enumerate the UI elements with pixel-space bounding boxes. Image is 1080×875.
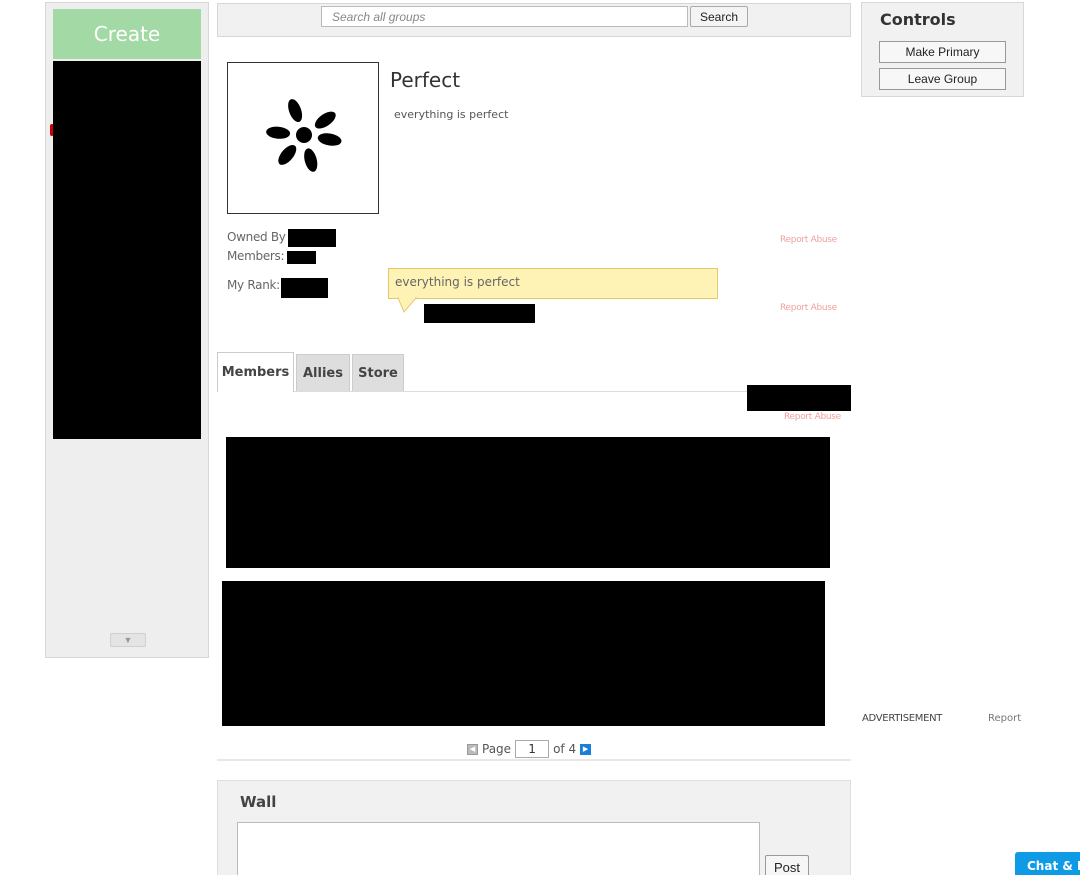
group-description: everything is perfect — [394, 108, 509, 121]
my-rank-label: My Rank: — [227, 278, 280, 292]
page-label: Page — [482, 742, 512, 756]
search-button[interactable]: Search — [690, 6, 748, 27]
wall-post-button[interactable]: Post — [765, 855, 809, 875]
tab-members[interactable]: Members — [217, 352, 294, 392]
owned-by-label: Owned By — [227, 230, 286, 244]
page-total-label: of 4 — [553, 742, 577, 756]
group-name: Perfect — [390, 68, 461, 92]
make-primary-button[interactable]: Make Primary — [879, 41, 1006, 63]
report-abuse-link[interactable]: Report Abuse — [780, 235, 837, 245]
tab-allies[interactable]: Allies — [296, 354, 350, 391]
search-input[interactable] — [321, 6, 688, 27]
leave-group-button[interactable]: Leave Group — [879, 68, 1006, 90]
page-number-input[interactable] — [515, 740, 550, 758]
redacted-members-row — [226, 437, 830, 568]
group-shout: everything is perfect — [388, 268, 718, 299]
group-emblem — [227, 62, 379, 214]
redacted-members-row — [222, 581, 825, 726]
report-abuse-link[interactable]: Report Abuse — [780, 303, 837, 313]
redacted-owner-name[interactable] — [288, 229, 336, 247]
divider — [217, 759, 851, 761]
report-ad-link[interactable]: Report — [988, 713, 1021, 724]
redacted-group-list — [53, 61, 201, 439]
asterisk-flower-icon — [266, 99, 342, 172]
wall-title: Wall — [240, 793, 277, 811]
advertisement-label: ADVERTISEMENT — [862, 713, 943, 724]
redacted-members-count — [287, 251, 316, 264]
members-count-label: Members: — [227, 249, 285, 263]
shout-tail — [397, 297, 418, 313]
redacted-rank-value — [281, 278, 328, 298]
sidebar-scroll-down-icon[interactable]: ▼ — [110, 633, 146, 647]
chat-party-button[interactable]: Chat & P — [1015, 852, 1080, 875]
create-group-button[interactable]: Create — [53, 9, 201, 59]
redacted-shout-poster[interactable] — [424, 304, 535, 323]
report-abuse-link[interactable]: Report Abuse — [784, 412, 841, 422]
next-page-icon[interactable]: ▶ — [580, 743, 592, 755]
wall-post-input[interactable] — [237, 822, 760, 875]
tab-store[interactable]: Store — [352, 354, 404, 391]
pagination: ◀ Page of 4 ▶ — [467, 740, 592, 758]
controls-title: Controls — [880, 10, 956, 29]
redacted-rank-select[interactable] — [747, 385, 851, 411]
previous-page-icon[interactable]: ◀ — [467, 743, 478, 755]
